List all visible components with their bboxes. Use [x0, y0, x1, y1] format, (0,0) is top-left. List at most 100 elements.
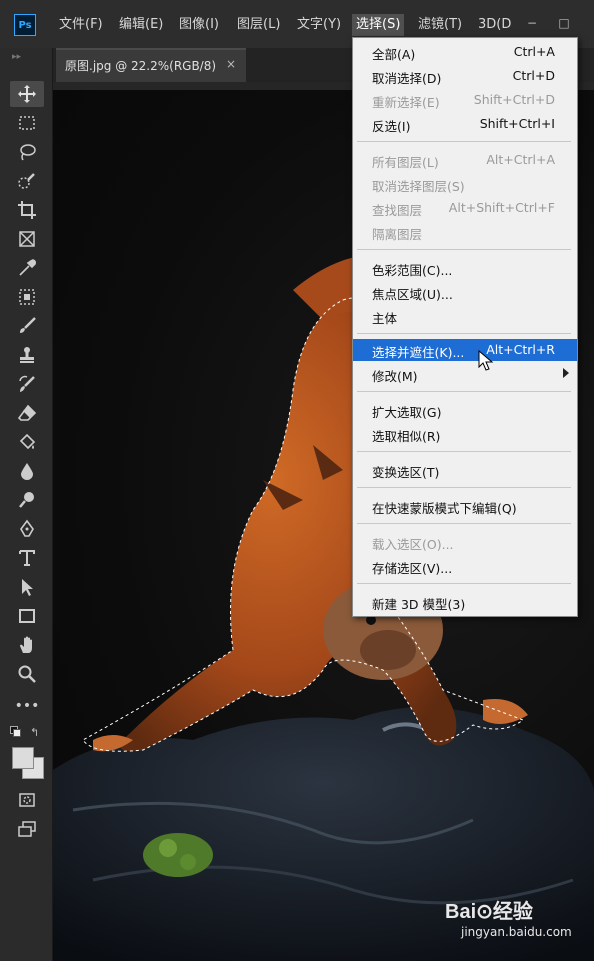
menu-item-label: 修改(M): [372, 369, 418, 384]
type-tool-icon[interactable]: [10, 545, 44, 571]
swap-colors-icon[interactable]: ↰: [30, 726, 39, 739]
menu-item-label: 选取相似(R): [372, 429, 441, 444]
menu-separator: [357, 487, 571, 488]
menu-item-label: 选择并遮住(K)...: [372, 345, 465, 360]
menu-item-select-all[interactable]: 全部(A) Ctrl+A: [353, 41, 577, 63]
menu-separator: [357, 333, 571, 334]
collapse-arrows-icon[interactable]: ▸▸: [12, 52, 21, 62]
marquee-tool-icon[interactable]: [10, 110, 44, 136]
pen-tool-icon[interactable]: [10, 516, 44, 542]
menu-item-label: 取消选择图层(S): [372, 179, 465, 194]
menu-separator: [357, 391, 571, 392]
menu-item-label: 色彩范围(C)...: [372, 263, 453, 278]
menu-item-label: 查找图层: [372, 203, 423, 218]
menu-type[interactable]: 文字(Y): [293, 14, 345, 36]
menu-item-isolate-layers: 隔离图层: [353, 221, 577, 243]
menu-file[interactable]: 文件(F): [55, 14, 107, 36]
menu-item-deselect[interactable]: 取消选择(D) Ctrl+D: [353, 65, 577, 87]
healing-brush-tool-icon[interactable]: [10, 284, 44, 310]
menu-item-quick-mask[interactable]: 在快速蒙版模式下编辑(Q): [353, 495, 577, 517]
menu-separator: [357, 451, 571, 452]
menu-item-color-range[interactable]: 色彩范围(C)...: [353, 257, 577, 279]
menu-item-shortcut: Alt+Ctrl+R: [486, 342, 555, 357]
menu-3d[interactable]: 3D(D: [474, 14, 515, 36]
zoom-tool-icon[interactable]: [10, 661, 44, 687]
menu-item-all-layers: 所有图层(L) Alt+Ctrl+A: [353, 149, 577, 171]
menu-item-shortcut: Alt+Ctrl+A: [486, 152, 555, 167]
close-icon[interactable]: ×: [226, 57, 236, 71]
menu-item-load-selection: 载入选区(O)...: [353, 531, 577, 553]
submenu-arrow-icon: [563, 368, 569, 378]
history-brush-tool-icon[interactable]: [10, 371, 44, 397]
menu-filter[interactable]: 滤镜(T): [414, 14, 466, 36]
menu-item-focus-area[interactable]: 焦点区域(U)...: [353, 281, 577, 303]
screen-mode-icon[interactable]: [10, 816, 44, 842]
menu-separator: [357, 141, 571, 142]
menu-edit[interactable]: 编辑(E): [115, 14, 167, 36]
menu-item-label: 所有图层(L): [372, 155, 439, 170]
baidu-logo: Bai⊙经验: [445, 901, 533, 923]
menu-item-label: 全部(A): [372, 47, 416, 62]
more-tools-icon[interactable]: •••: [10, 693, 44, 719]
menu-item-subject[interactable]: 主体: [353, 305, 577, 327]
minimize-icon[interactable]: −: [521, 12, 543, 34]
menu-item-label: 新建 3D 模型(3): [372, 597, 466, 612]
blur-tool-icon[interactable]: [10, 458, 44, 484]
document-tab[interactable]: 原图.jpg @ 22.2%(RGB/8) ×: [56, 48, 246, 82]
menu-item-shortcut: Shift+Ctrl+D: [473, 92, 555, 107]
menu-separator: [357, 249, 571, 250]
menu-item-inverse[interactable]: 反选(I) Shift+Ctrl+I: [353, 113, 577, 135]
menu-item-transform-selection[interactable]: 变换选区(T): [353, 459, 577, 481]
paint-bucket-tool-icon[interactable]: [10, 429, 44, 455]
menu-item-similar[interactable]: 选取相似(R): [353, 423, 577, 445]
maximize-icon[interactable]: □: [553, 12, 575, 34]
quick-selection-tool-icon[interactable]: [10, 168, 44, 194]
clone-stamp-tool-icon[interactable]: [10, 342, 44, 368]
menu-item-select-and-mask[interactable]: 选择并遮住(K)... Alt+Ctrl+R: [353, 339, 577, 361]
menu-item-shortcut: Alt+Shift+Ctrl+F: [448, 200, 555, 215]
menu-item-label: 主体: [372, 311, 398, 326]
menu-item-label: 取消选择(D): [372, 71, 442, 86]
menu-item-label: 变换选区(T): [372, 465, 440, 480]
brush-tool-icon[interactable]: [10, 313, 44, 339]
menu-item-label: 隔离图层: [372, 227, 423, 242]
rectangle-tool-icon[interactable]: [10, 603, 44, 629]
eyedropper-tool-icon[interactable]: [10, 255, 44, 281]
crop-tool-icon[interactable]: [10, 197, 44, 223]
lasso-tool-icon[interactable]: [10, 139, 44, 165]
path-selection-tool-icon[interactable]: [10, 574, 44, 600]
menu-separator: [357, 523, 571, 524]
baidu-watermark: Bai⊙经验 jingyan.baidu.com: [445, 895, 572, 939]
select-menu-dropdown: 全部(A) Ctrl+A 取消选择(D) Ctrl+D 重新选择(E) Shif…: [352, 37, 578, 617]
menu-separator: [357, 583, 571, 584]
menu-item-deselect-layers: 取消选择图层(S): [353, 173, 577, 195]
menu-item-label: 扩大选取(G): [372, 405, 442, 420]
document-tab-title: 原图.jpg @ 22.2%(RGB/8): [65, 59, 217, 73]
menu-item-label: 焦点区域(U)...: [372, 287, 453, 302]
frame-tool-icon[interactable]: [10, 226, 44, 252]
default-colors-icon[interactable]: [10, 726, 22, 738]
move-tool-icon[interactable]: [10, 81, 44, 107]
menu-item-label: 反选(I): [372, 119, 411, 134]
menu-item-label: 重新选择(E): [372, 95, 440, 110]
menu-item-grow[interactable]: 扩大选取(G): [353, 399, 577, 421]
tools-panel: ▸▸ ••• ↰: [0, 48, 53, 961]
menu-item-new-3d-model[interactable]: 新建 3D 模型(3): [353, 591, 577, 613]
menu-layer[interactable]: 图层(L): [233, 14, 284, 36]
menu-item-find-layers: 查找图层 Alt+Shift+Ctrl+F: [353, 197, 577, 219]
menu-image[interactable]: 图像(I): [175, 14, 223, 36]
menu-select[interactable]: 选择(S): [352, 14, 405, 36]
dodge-tool-icon[interactable]: [10, 487, 44, 513]
menu-item-reselect: 重新选择(E) Shift+Ctrl+D: [353, 89, 577, 111]
hand-tool-icon[interactable]: [10, 632, 44, 658]
watermark-url: jingyan.baidu.com: [461, 925, 572, 939]
menu-item-save-selection[interactable]: 存储选区(V)...: [353, 555, 577, 577]
quick-mask-icon[interactable]: [10, 787, 44, 813]
menu-item-shortcut: Ctrl+A: [513, 44, 555, 59]
menu-item-label: 存储选区(V)...: [372, 561, 453, 576]
menu-item-shortcut: Shift+Ctrl+I: [479, 116, 555, 131]
menu-item-modify[interactable]: 修改(M): [353, 363, 577, 385]
foreground-color-swatch[interactable]: [12, 747, 34, 769]
eraser-tool-icon[interactable]: [10, 400, 44, 426]
photoshop-logo-icon: Ps: [14, 14, 36, 36]
